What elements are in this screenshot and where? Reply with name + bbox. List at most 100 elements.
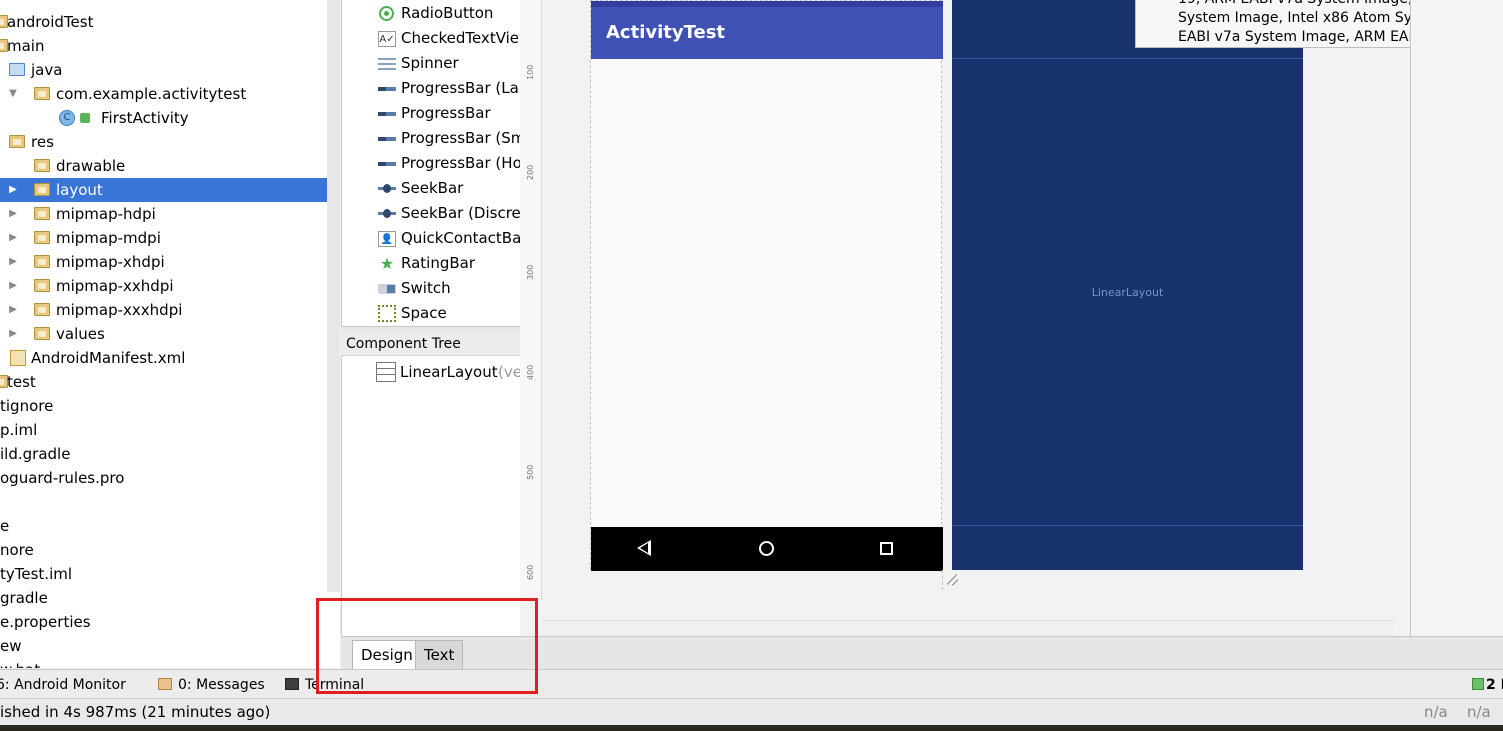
- radio-button-icon: [379, 6, 394, 21]
- component-tree-header: Component Tree: [341, 332, 520, 356]
- folder-icon: [34, 207, 50, 220]
- palette-item-progressbar-horizontal[interactable]: ProgressBar (Horizontal): [342, 151, 520, 176]
- progress-bar-small-icon: [378, 137, 396, 141]
- terminal-icon: [285, 678, 299, 690]
- resize-handle-icon[interactable]: [942, 570, 962, 590]
- tree-item-test[interactable]: test: [0, 370, 340, 394]
- properties-panel-edge: [1410, 0, 1503, 636]
- blueprint-label: LinearLayout: [1091, 286, 1164, 299]
- checked-text-view-icon: A✓: [378, 31, 396, 47]
- tree-item-manifest[interactable]: AndroidManifest.xml: [0, 346, 340, 370]
- status-message: ished in 4s 987ms (21 minutes ago): [0, 703, 271, 721]
- tree-item-drawable[interactable]: drawable: [0, 154, 340, 178]
- tree-item-proguard[interactable]: oguard-rules.pro: [0, 466, 340, 490]
- blueprint-preview[interactable]: LinearLayout: [952, 0, 1303, 570]
- tree-item-gradlew[interactable]: ew: [0, 634, 340, 658]
- tool-window-event-log[interactable]: 2 E: [1472, 670, 1503, 700]
- chevron-down-icon[interactable]: ▼: [7, 82, 19, 106]
- palette-panel: RadioButton A✓ CheckedTextView Spinner P…: [341, 0, 520, 326]
- tree-item-package[interactable]: ▼ com.example.activitytest: [0, 82, 340, 106]
- lock-icon: [80, 113, 90, 123]
- tree-item-activitytest-iml[interactable]: tyTest.iml: [0, 562, 340, 586]
- component-tree-panel: LinearLayout (ve: [341, 356, 522, 636]
- progress-bar-horizontal-icon: [378, 162, 396, 166]
- api-tooltip: 19, ARM EABI v7a System Image, Intel x86…: [1135, 0, 1410, 48]
- tree-item-mipmap-xhdpi[interactable]: ▶ mipmap-xhdpi: [0, 250, 340, 274]
- device-preview[interactable]: ActivityTest: [590, 0, 943, 571]
- tree-item-build-gradle[interactable]: ild.gradle: [0, 442, 340, 466]
- palette-item-spinner[interactable]: Spinner: [342, 51, 520, 76]
- chevron-right-icon[interactable]: ▶: [7, 250, 19, 274]
- recents-icon: [880, 542, 893, 555]
- space-icon: [378, 305, 396, 322]
- tree-item-java[interactable]: java: [0, 58, 340, 82]
- annotation-highlight-box: [316, 598, 538, 694]
- palette-item-quickcontactbadge[interactable]: 👤 QuickContactBadge: [342, 226, 520, 251]
- palette-item-checkedtextview[interactable]: A✓ CheckedTextView: [342, 26, 520, 51]
- status-na-2: n/a: [1467, 703, 1491, 721]
- chevron-right-icon[interactable]: ▶: [7, 274, 19, 298]
- linear-layout-icon: [376, 362, 396, 382]
- progress-bar-icon: [378, 112, 396, 116]
- quick-contact-badge-icon: 👤: [378, 231, 396, 247]
- chevron-right-icon[interactable]: ▶: [7, 298, 19, 322]
- palette-item-switch[interactable]: Switch: [342, 276, 520, 301]
- palette-item-radiobutton[interactable]: RadioButton: [342, 1, 520, 26]
- project-scrollbar[interactable]: [327, 0, 340, 592]
- tree-item-mipmap-mdpi[interactable]: ▶ mipmap-mdpi: [0, 226, 340, 250]
- chevron-right-icon[interactable]: ▶: [7, 202, 19, 226]
- source-folder-icon: [9, 63, 25, 76]
- palette-item-progressbar[interactable]: ProgressBar: [342, 101, 520, 126]
- spinner-icon: [378, 58, 396, 70]
- palette-item-ratingbar[interactable]: ★ RatingBar: [342, 251, 520, 276]
- tree-item-gitignore-root[interactable]: nore: [0, 538, 340, 562]
- tool-window-messages[interactable]: 0: Messages: [158, 670, 265, 700]
- manifest-icon: [10, 350, 26, 366]
- palette-item-progressbar-large[interactable]: ProgressBar (Large): [342, 76, 520, 101]
- tree-item-properties[interactable]: e.properties: [0, 610, 340, 634]
- tree-item-mipmap-hdpi[interactable]: ▶ mipmap-hdpi: [0, 202, 340, 226]
- tree-item-mipmap-xxxhdpi[interactable]: ▶ mipmap-xxxhdpi: [0, 298, 340, 322]
- folder-icon: [34, 279, 50, 292]
- folder-icon: [34, 159, 50, 172]
- tool-window-android-monitor[interactable]: 6: Android Monitor: [0, 670, 126, 700]
- tree-item-mipmap-xxhdpi[interactable]: ▶ mipmap-xxhdpi: [0, 274, 340, 298]
- folder-icon: [34, 303, 50, 316]
- tree-item-gradlew-bat[interactable]: w.bat: [0, 658, 340, 668]
- tree-item-res[interactable]: res: [0, 130, 340, 154]
- event-log-icon: [1472, 678, 1484, 690]
- folder-icon: [34, 183, 50, 196]
- tree-item-firstactivity[interactable]: C FirstActivity: [0, 106, 340, 130]
- seekbar-icon: [378, 184, 396, 193]
- taskbar-edge: [0, 725, 1503, 731]
- package-icon: [34, 87, 50, 100]
- tree-item-app-iml[interactable]: p.iml: [0, 418, 340, 442]
- component-tree-item-linearlayout[interactable]: LinearLayout (ve: [342, 360, 522, 384]
- tree-item-layout[interactable]: ▶ layout: [0, 178, 340, 202]
- canvas-horizontal-scrollbar[interactable]: [542, 620, 1394, 636]
- palette-item-seekbar[interactable]: SeekBar: [342, 176, 520, 201]
- folder-icon: [34, 231, 50, 244]
- tree-item-gradle[interactable]: gradle: [0, 586, 340, 610]
- progress-bar-large-icon: [378, 87, 396, 91]
- chevron-right-icon[interactable]: ▶: [7, 322, 19, 346]
- palette-item-space[interactable]: Space: [342, 301, 520, 326]
- class-icon: C: [59, 110, 75, 126]
- app-bar: ActivityTest: [591, 7, 943, 59]
- tree-item-values[interactable]: ▶ values: [0, 322, 340, 346]
- status-bar-bottom: ished in 4s 987ms (21 minutes ago) n/a n…: [0, 698, 1503, 725]
- palette-item-progressbar-small[interactable]: ProgressBar (Small): [342, 126, 520, 151]
- tree-item-gitignore[interactable]: tignore: [0, 394, 340, 418]
- navigation-bar: [591, 527, 943, 571]
- tree-item-e[interactable]: e: [0, 514, 340, 538]
- resource-folder-icon: [9, 135, 25, 148]
- tree-item-main[interactable]: main: [0, 34, 340, 58]
- tree-item-androidtest[interactable]: androidTest: [0, 10, 340, 34]
- app-title: ActivityTest: [606, 22, 726, 43]
- chevron-right-icon[interactable]: ▶: [7, 226, 19, 250]
- folder-icon: [34, 327, 50, 340]
- palette-item-seekbar-discrete[interactable]: SeekBar (Discrete): [342, 201, 520, 226]
- home-icon: [759, 541, 774, 556]
- chevron-right-icon[interactable]: ▶: [7, 178, 19, 202]
- layout-editor-canvas[interactable]: 100 200 300 400 500 600 ActivityTest Lin…: [520, 0, 1410, 636]
